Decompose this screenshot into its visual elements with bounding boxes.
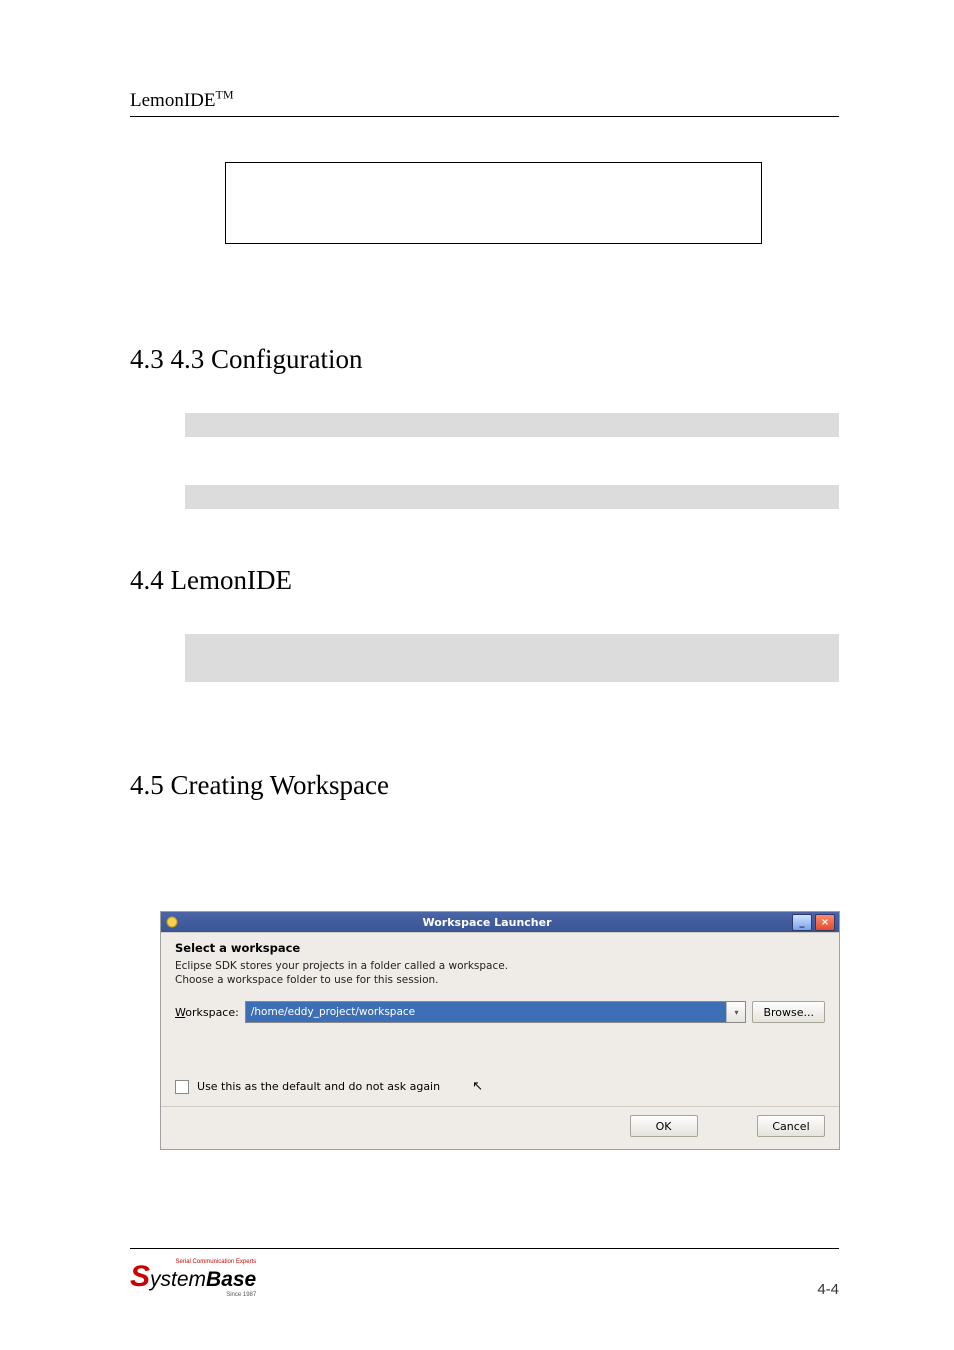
use-default-checkbox[interactable] [175, 1080, 189, 1094]
workspace-input[interactable]: /home/eddy_project/workspace [246, 1002, 727, 1022]
dialog-footer: OK Cancel [161, 1107, 839, 1149]
dialog-heading: Select a workspace [175, 941, 825, 955]
header-brand-text: LemonIDE [130, 90, 215, 111]
dialog-title: Workspace Launcher [185, 916, 789, 929]
use-default-label: Use this as the default and do not ask a… [197, 1080, 440, 1093]
workspace-dropdown-button[interactable]: ▾ [726, 1002, 745, 1022]
browse-mnemonic: B [763, 1006, 771, 1019]
ok-button[interactable]: OK [630, 1115, 698, 1137]
header-tm: TM [215, 88, 233, 102]
page-footer: Serial Communication Experts SystemBase … [130, 1248, 839, 1298]
dialog-desc-line1: Eclipse SDK stores your projects in a fo… [175, 960, 508, 972]
minimize-icon: _ [800, 917, 805, 928]
header-brand: LemonIDETM [130, 90, 233, 111]
section-4-4-title: 4.4 LemonIDE [130, 565, 839, 596]
dialog-description: Eclipse SDK stores your projects in a fo… [175, 959, 825, 987]
chevron-down-icon: ▾ [734, 1008, 738, 1017]
browse-label-rest: rowse... [771, 1006, 814, 1019]
cancel-button[interactable]: Cancel [757, 1115, 825, 1137]
browse-button[interactable]: Browse... [752, 1001, 825, 1023]
minimize-button[interactable]: _ [792, 914, 812, 931]
section-4-5-title: 4.5 Creating Workspace [130, 770, 839, 801]
logo-letter-s: S [130, 1260, 150, 1293]
logo-text-base: Base [206, 1268, 256, 1291]
use-default-mnemonic: U [197, 1080, 205, 1093]
page-number: 4-4 [817, 1281, 839, 1298]
code-block-placeholder-tall [185, 634, 839, 682]
workspace-label-mnemonic: W [175, 1006, 185, 1019]
workspace-label-rest: orkspace: [185, 1006, 239, 1019]
document-header: LemonIDETM [130, 88, 839, 117]
code-block-placeholder [185, 413, 839, 437]
logo-text-mid: ystem [150, 1268, 206, 1291]
workspace-label: Workspace: [175, 1006, 239, 1019]
workspace-combobox[interactable]: /home/eddy_project/workspace ▾ [245, 1001, 747, 1023]
mouse-cursor-icon: ↖ [472, 1079, 483, 1094]
empty-figure-box [225, 162, 762, 244]
use-default-row: Use this as the default and do not ask a… [175, 1079, 825, 1094]
use-default-label-rest: se this as the default and do not ask ag… [205, 1080, 440, 1093]
close-button[interactable]: × [815, 914, 835, 931]
dialog-body: Select a workspace Eclipse SDK stores yo… [161, 932, 839, 1107]
close-icon: × [821, 917, 829, 928]
workspace-launcher-dialog: Workspace Launcher _ × Select a workspac… [160, 911, 840, 1150]
workspace-row: Workspace: /home/eddy_project/workspace … [175, 1001, 825, 1023]
app-icon [165, 915, 179, 929]
dialog-desc-line2: Choose a workspace folder to use for thi… [175, 974, 439, 986]
systembase-logo: Serial Communication Experts SystemBase … [130, 1259, 256, 1298]
code-block-placeholder [185, 485, 839, 509]
dialog-titlebar[interactable]: Workspace Launcher _ × [161, 912, 839, 932]
section-4-3-title: 4.3 4.3 Configuration [130, 344, 839, 375]
